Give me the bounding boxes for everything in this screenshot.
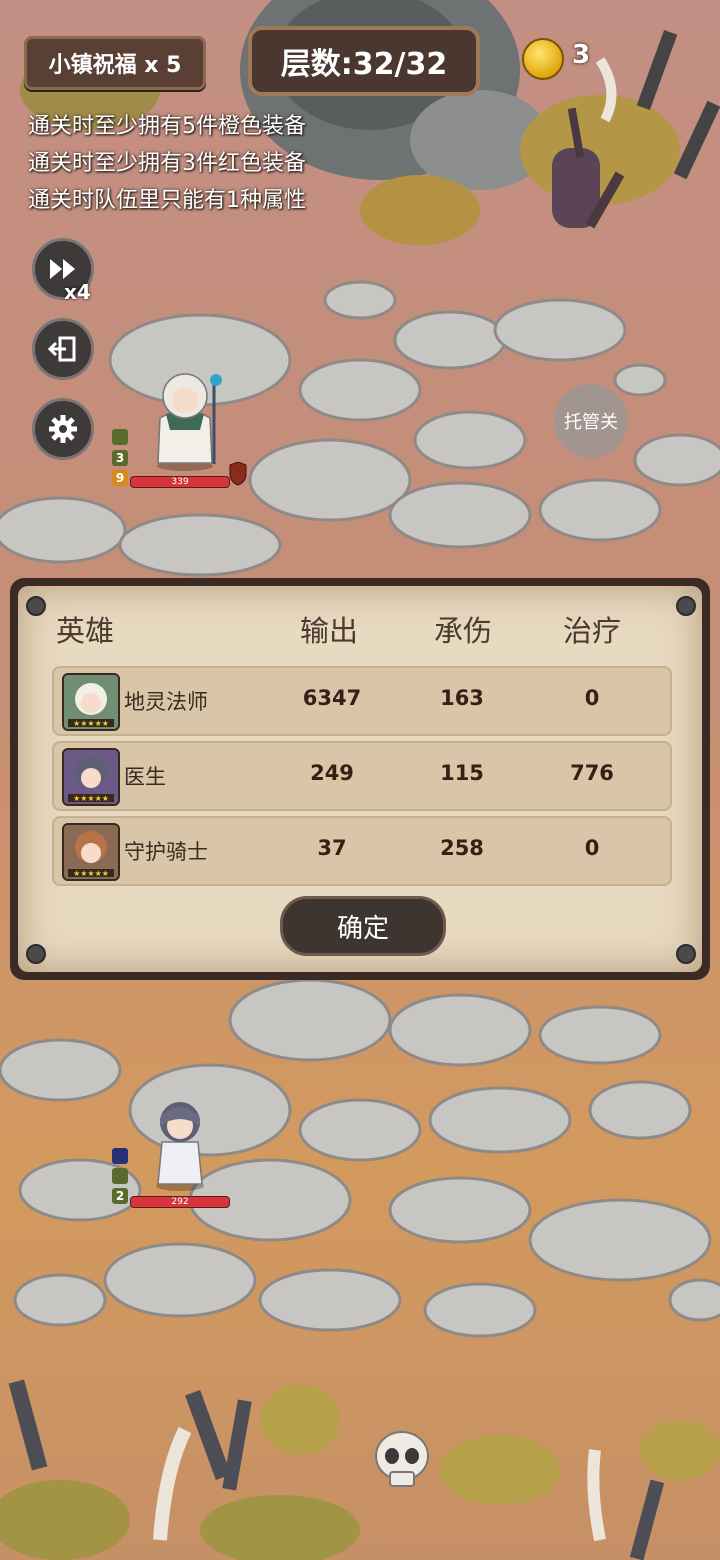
panel-rivet [676,944,696,964]
damage-taken-value: 258 [440,836,484,860]
damage-taken-value: 115 [440,761,484,785]
hero-sprite-doctor[interactable] [140,1096,220,1192]
skill-icon [112,1148,128,1164]
header-damage: 输出 [300,614,359,648]
speed-label: x4 [64,280,91,304]
town-blessing-badge[interactable]: 小镇祝福 x 5 [24,36,206,90]
gear-icon [49,415,77,443]
confirm-button[interactable]: 确定 [280,896,446,956]
svg-text:★★★★★: ★★★★★ [73,719,109,728]
hero-hp-bar: 292 [130,1196,230,1208]
damage-taken-value: 163 [440,686,484,710]
healing-value: 0 [584,836,600,860]
stats-row: ★★★★★ 地灵法师 6347 163 0 [52,666,672,736]
skull-icon [375,1431,429,1487]
fast-forward-icon [50,259,75,279]
stats-row: ★★★★★ 守护骑士 37 258 0 [52,816,672,886]
exit-button[interactable] [32,318,94,380]
equip-icon [112,429,128,445]
panel-rivet [26,944,46,964]
exit-icon [48,336,76,362]
hero-portrait: ★★★★★ [62,823,120,881]
hero-name: 守护骑士 [124,840,208,864]
header-damage-taken: 承伤 [434,614,493,648]
hero-tag-level: 2 [112,1188,128,1204]
hero-tag-stars: 9 [112,470,128,486]
header-hero: 英雄 [56,614,115,648]
hero-name: 地灵法师 [124,690,208,714]
damage-value: 249 [310,761,354,785]
objective-item: 通关时至少拥有3件红色装备 [28,151,306,176]
hero-portrait: ★★★★★ [62,673,120,731]
hero-tag-level: 3 [112,450,128,466]
objective-item: 通关时队伍里只能有1种属性 [28,188,306,213]
stats-row: ★★★★★ 医生 249 115 776 [52,741,672,811]
floor-counter: 层数:32/32 [248,26,480,96]
panel-rivet [26,596,46,616]
panel-rivet [676,596,696,616]
equip-icon [112,1168,128,1184]
settings-button[interactable] [32,398,94,460]
healing-value: 0 [584,686,600,710]
header-healing: 治疗 [563,614,622,648]
hero-name: 医生 [124,765,166,789]
damage-value: 6347 [302,686,362,710]
damage-value: 37 [317,836,347,860]
hero-hp-bar: 339 [130,476,230,488]
hero-portrait: ★★★★★ [62,748,120,806]
hero-sprite-geomancer[interactable] [140,368,230,472]
auto-mode-button[interactable]: 托管关 [554,384,628,458]
coin-icon [522,38,564,80]
shield-icon [229,462,247,486]
svg-text:★★★★★: ★★★★★ [73,869,109,878]
healing-value: 776 [570,761,614,785]
coin-count: 3 [572,40,591,70]
svg-text:★★★★★: ★★★★★ [73,794,109,803]
objective-item: 通关时至少拥有5件橙色装备 [28,114,306,139]
objective-list: 通关时至少拥有5件橙色装备 通关时至少拥有3件红色装备 通关时队伍里只能有1种属… [28,108,306,219]
